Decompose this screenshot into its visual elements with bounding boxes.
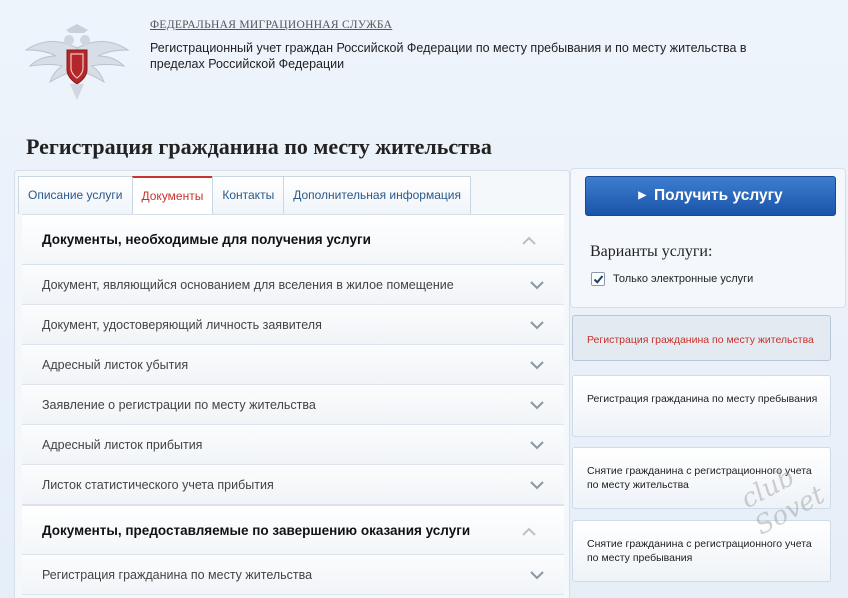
section-title: Документы, предоставляемые по завершению… xyxy=(42,523,471,538)
variant-registration-stay[interactable]: Регистрация гражданина по месту пребыван… xyxy=(572,375,831,437)
chevron-down-icon xyxy=(530,441,546,451)
list-item-label: Адресный листок убытия xyxy=(42,358,189,372)
site-header: ФЕДЕРАЛЬНАЯ МИГРАЦИОННАЯ СЛУЖБА Регистра… xyxy=(0,0,848,112)
get-service-button[interactable]: ▶ Получить услугу xyxy=(585,176,836,216)
list-item-label: Адресный листок прибытия xyxy=(42,438,203,452)
electronic-only-checkbox[interactable] xyxy=(591,272,605,286)
tab-documents[interactable]: Документы xyxy=(131,176,214,215)
section-result-documents[interactable]: Документы, предоставляемые по завершению… xyxy=(22,505,564,555)
service-tabs: Описание услуги Документы Контакты Допол… xyxy=(18,176,471,215)
get-service-label: Получить услугу xyxy=(654,187,783,204)
chevron-down-icon xyxy=(530,401,546,411)
play-icon: ▶ xyxy=(638,190,647,201)
section-title: Документы, необходимые для получения усл… xyxy=(42,232,371,247)
variant-registration-residence[interactable]: Регистрация гражданина по месту жительст… xyxy=(572,315,831,361)
list-item[interactable]: Адресный листок прибытия xyxy=(22,425,564,465)
chevron-down-icon xyxy=(530,481,546,491)
chevron-down-icon xyxy=(530,361,546,371)
variant-label: Регистрация гражданина по месту жительст… xyxy=(587,334,814,346)
list-item-label: Документ, удостоверяющий личность заявит… xyxy=(42,318,322,332)
emblem-icon xyxy=(22,20,132,102)
chevron-down-icon xyxy=(530,571,546,581)
list-item[interactable]: Заявление о регистрации по месту жительс… xyxy=(22,385,564,425)
list-item[interactable]: Регистрация гражданина по месту жительст… xyxy=(22,555,564,595)
list-item-label: Заявление о регистрации по месту жительс… xyxy=(42,398,316,412)
list-item-label: Листок статистического учета прибытия xyxy=(42,478,274,492)
list-item-label: Регистрация гражданина по месту жительст… xyxy=(42,568,313,582)
chevron-down-icon xyxy=(530,321,546,331)
list-item[interactable]: Документ, являющийся основанием для всел… xyxy=(22,265,564,305)
checkmark-icon xyxy=(593,275,604,284)
chevron-up-icon xyxy=(522,527,538,537)
agency-description: Регистрационный учет граждан Российской … xyxy=(150,41,747,71)
page-title: Регистрация гражданина по месту жительст… xyxy=(26,134,492,159)
section-required-documents[interactable]: Документы, необходимые для получения усл… xyxy=(22,215,564,265)
documents-list: Документы, необходимые для получения усл… xyxy=(22,214,564,595)
list-item[interactable]: Листок статистического учета прибытия xyxy=(22,465,564,505)
tab-additional-info[interactable]: Дополнительная информация xyxy=(283,176,471,214)
list-item-label: Документ, являющийся основанием для всел… xyxy=(42,278,454,292)
electronic-only-label[interactable]: Только электронные услуги xyxy=(613,273,753,285)
chevron-down-icon xyxy=(530,281,546,291)
chevron-up-icon xyxy=(522,236,538,246)
tab-description[interactable]: Описание услуги xyxy=(18,176,133,214)
variant-label: Регистрация гражданина по месту пребыван… xyxy=(587,393,818,405)
tab-contacts[interactable]: Контакты xyxy=(212,176,285,214)
agency-name[interactable]: ФЕДЕРАЛЬНАЯ МИГРАЦИОННАЯ СЛУЖБА xyxy=(150,19,392,31)
list-item[interactable]: Документ, удостоверяющий личность заявит… xyxy=(22,305,564,345)
list-item[interactable]: Адресный листок убытия xyxy=(22,345,564,385)
variants-title: Варианты услуги: xyxy=(590,243,713,260)
